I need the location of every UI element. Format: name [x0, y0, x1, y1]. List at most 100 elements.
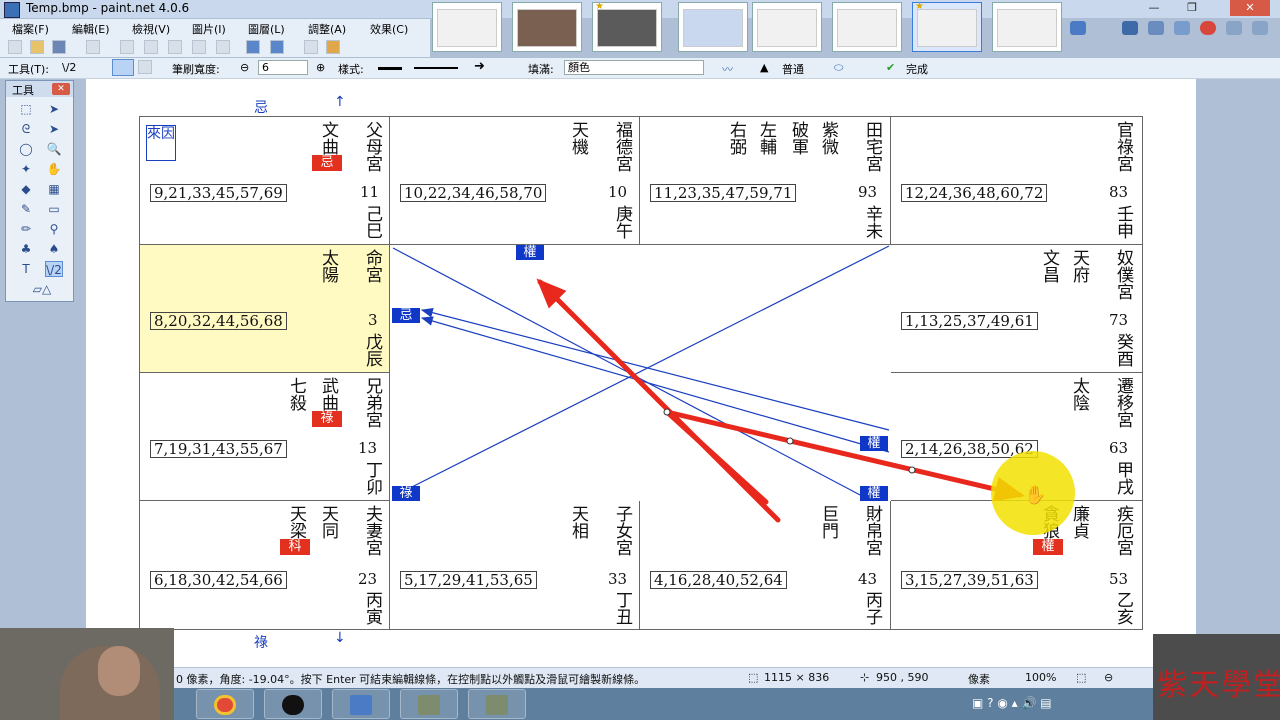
dash-style-selector[interactable] [378, 67, 402, 70]
maximize-button[interactable]: ❐ [1178, 0, 1206, 16]
menu-image[interactable]: 圖片(I) [192, 21, 226, 37]
clone-stamp-icon[interactable]: ♣ [17, 241, 35, 257]
grid-icon[interactable] [304, 40, 318, 54]
text-icon[interactable]: T [17, 261, 35, 277]
shape-icon[interactable]: 〰 [722, 61, 733, 77]
taskbar-app-2[interactable] [264, 689, 322, 719]
paintbrush-icon[interactable]: ✎ [17, 201, 35, 217]
antialias-icon[interactable]: ⬭ [834, 61, 843, 75]
lasso-icon[interactable]: ᘓ [17, 121, 35, 137]
image-tab-3[interactable]: ★ [592, 1, 662, 52]
ages-box: 7,19,31,43,55,67 [150, 440, 287, 458]
menu-view[interactable]: 檢視(V) [132, 21, 170, 37]
settings-icon[interactable] [1226, 21, 1242, 35]
help-icon[interactable] [1252, 21, 1268, 35]
gradient-icon[interactable]: ▦ [45, 181, 63, 197]
image-tab-8[interactable] [992, 2, 1062, 52]
image-tab-6[interactable] [832, 2, 902, 52]
spline-mode-icon[interactable] [138, 60, 152, 74]
taskbar-app-4[interactable] [400, 689, 458, 719]
dropdown-icon[interactable] [1070, 21, 1086, 35]
zoom-out-icon[interactable]: ⊖ [1104, 671, 1113, 684]
brush-plus-icon[interactable]: ⊕ [316, 61, 325, 74]
zoom-icon[interactable]: 🔍 [45, 141, 63, 157]
image-tab-2[interactable] [512, 2, 582, 52]
ages-box: 3,15,27,39,51,63 [901, 571, 1038, 589]
move-selected-icon[interactable]: ➤ [45, 121, 63, 137]
tools-window[interactable]: 工具 ✕ ⬚ ➤ ᘓ ➤ ◯ 🔍 ✦ ✋ ◆ ▦ ✎ ▭ ✏ ⚲ ♣ ♠ T \… [5, 80, 74, 302]
minimize-button[interactable]: — [1140, 0, 1168, 16]
color-picker-icon[interactable]: ⚲ [45, 221, 63, 237]
tools-toggle-icon[interactable] [1122, 21, 1138, 35]
layers-toggle-icon[interactable] [1174, 21, 1190, 35]
new-icon[interactable] [8, 40, 22, 54]
pan-icon[interactable]: ✋ [45, 161, 63, 177]
tools-close-button[interactable]: ✕ [52, 83, 70, 95]
image-tab-7-active[interactable]: ★ [912, 1, 982, 52]
magic-wand-icon[interactable]: ✦ [17, 161, 35, 177]
ellipse-select-icon[interactable]: ◯ [17, 141, 35, 157]
center-quan-badge-3: 權 [860, 486, 888, 501]
shapes-icon[interactable]: ▱△ [28, 281, 56, 297]
image-tab-5[interactable] [752, 2, 822, 52]
colors-toggle-icon[interactable] [1200, 21, 1216, 35]
unit-select[interactable]: 像素 [968, 671, 990, 687]
history-toggle-icon[interactable] [1148, 21, 1164, 35]
menu-adjustments[interactable]: 調整(A) [308, 21, 346, 37]
zoom-level[interactable]: 100% [1025, 671, 1056, 684]
menu-effects[interactable]: 效果(C) [370, 21, 408, 37]
taskbar-paintnet[interactable] [332, 689, 390, 719]
image-size: 1115 × 836 [764, 671, 830, 684]
undo-icon[interactable] [246, 40, 260, 54]
tools-header[interactable]: 工具 ✕ [6, 81, 73, 97]
deselect-icon[interactable] [216, 40, 230, 54]
close-button[interactable]: ✕ [1230, 0, 1270, 16]
menu-file[interactable]: 檔案(F) [12, 21, 49, 37]
tool-selector[interactable]: \/2 [62, 61, 76, 74]
move-selection-icon[interactable]: ➤ [45, 101, 63, 117]
tray-icons[interactable]: ▣ ? ◉ ▴ 🔊 ▤ [972, 696, 1052, 710]
ganzhi: 辛未 [862, 205, 882, 239]
finish-button[interactable]: 完成 [906, 61, 928, 77]
taskbar-chrome[interactable] [196, 689, 254, 719]
paint-bucket-icon[interactable]: ◆ [17, 181, 35, 197]
line-curve-icon[interactable]: \/2 [45, 261, 63, 277]
open-icon[interactable] [30, 40, 44, 54]
cell-zi: 財帛宮 巨門 4,16,28,40,52,64 43 丙子 [640, 501, 891, 629]
cut-icon[interactable] [120, 40, 134, 54]
save-icon[interactable] [52, 40, 66, 54]
pencil-icon[interactable]: ✏ [17, 221, 35, 237]
copy-icon[interactable] [144, 40, 158, 54]
cell-si: 來因 父母宮 文曲 忌 9,21,33,45,57,69 11 己巳 [140, 117, 390, 245]
curve-mode-icon[interactable] [112, 59, 134, 76]
main-toolbar [0, 37, 430, 57]
ruler-icon[interactable] [326, 40, 340, 54]
crop-icon[interactable] [192, 40, 206, 54]
paste-icon[interactable] [168, 40, 182, 54]
ages-box: 2,14,26,38,50,62 [901, 440, 1038, 458]
palace-number: 63 [1109, 439, 1129, 457]
redo-icon[interactable] [270, 40, 284, 54]
image-tab-4[interactable] [678, 2, 748, 52]
fill-select[interactable]: 顏色 [564, 60, 704, 75]
star: 文曲 [318, 121, 338, 155]
eraser-icon[interactable]: ▭ [45, 201, 63, 217]
arrow-style-selector[interactable]: ➜ [474, 59, 485, 74]
check-icon[interactable]: ✔ [886, 61, 895, 74]
image-tab-1[interactable] [432, 2, 502, 52]
recolor-icon[interactable]: ♠ [45, 241, 63, 257]
star: 破軍 [788, 121, 808, 155]
blend-mode-select[interactable]: 普通 [782, 61, 804, 77]
rect-select-icon[interactable]: ⬚ [17, 101, 35, 117]
cell-yin: 夫妻宮 天同 天梁 科 6,18,30,42,54,66 23 丙寅 [140, 501, 390, 629]
brush-width-input[interactable]: 6 [258, 60, 308, 75]
brush-minus-icon[interactable]: ⊖ [240, 61, 249, 74]
zoom-fit-icon[interactable]: ⬚ [1076, 671, 1086, 684]
palace-number: 11 [360, 183, 380, 201]
line-style-selector[interactable] [414, 67, 458, 69]
print-icon[interactable] [86, 40, 100, 54]
menu-layers[interactable]: 圖層(L) [248, 21, 285, 37]
ziwei-chart: 來因 父母宮 文曲 忌 9,21,33,45,57,69 11 己巳 福德宮 天… [139, 116, 1143, 630]
menu-edit[interactable]: 編輯(E) [72, 21, 110, 37]
taskbar-app-5[interactable] [468, 689, 526, 719]
